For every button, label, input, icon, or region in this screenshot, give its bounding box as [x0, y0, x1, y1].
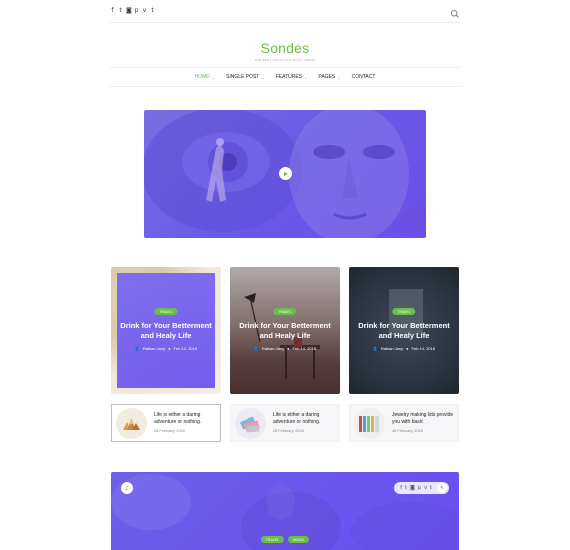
music-note-icon: ♪ [125, 484, 129, 492]
mini-post[interactable]: Life is either a daring adventure or not… [230, 404, 340, 442]
main-nav: HOME ⌄ SINGLE POST ⌄ FEATURES ⌄ PAGES ⌄ … [0, 74, 570, 81]
social-links: f t ◙ p v t [110, 7, 155, 14]
pinterest-icon[interactable]: p [134, 7, 139, 14]
calendar-icon: ● [168, 346, 171, 351]
chevron-down-icon: ⌄ [261, 75, 265, 80]
instagram-icon[interactable]: ◙ [126, 7, 132, 14]
mini-post-title[interactable]: Life is either a daring adventure or not… [154, 412, 218, 426]
calendar-icon: ● [406, 346, 409, 351]
card-title[interactable]: Drink for Your Betterment and Healy Life [236, 321, 334, 341]
post-card[interactable]: TRAVEL Drink for Your Betterment and Hea… [230, 267, 340, 394]
nav-item-single-post[interactable]: SINGLE POST ⌄ [226, 74, 265, 81]
user-icon: 👤 [372, 346, 378, 351]
nav-divider-top [110, 67, 460, 68]
post-card[interactable]: TRAVEL Drink for Your Betterment and Hea… [349, 267, 459, 394]
mini-post-title[interactable]: Jewelry making kits provide you with bas… [392, 412, 456, 426]
post-date: Feb 14, 2018 [292, 346, 317, 351]
nav-item-label: CONTACT [351, 74, 376, 80]
facebook-icon[interactable]: f [110, 7, 115, 14]
search-icon [450, 9, 459, 18]
top-bar: f t ◙ p v t [110, 6, 460, 18]
twitter-icon[interactable]: t [405, 485, 407, 491]
music-button[interactable]: ♪ [121, 482, 133, 494]
post-tags: TRAVEL MUSIC [111, 536, 459, 543]
category-badge[interactable]: TRAVEL [273, 308, 297, 315]
site-logo[interactable]: Sondes THE BEST TRAVELING BLOG THEME [0, 40, 570, 62]
card-meta: 👤 Rafsan Jany ● Feb 14, 2018 [230, 346, 340, 351]
chevron-down-icon: ⌄ [337, 75, 341, 80]
nav-item-features[interactable]: FEATURES ⌄ [276, 74, 308, 81]
twitter-icon[interactable]: t [118, 7, 123, 14]
vimeo-icon[interactable]: v [424, 485, 427, 491]
mini-post-date: 28 February, 2018 [392, 429, 423, 433]
mini-post-title[interactable]: Life is either a daring adventure or not… [273, 412, 337, 426]
site-name[interactable]: Sondes [0, 40, 570, 56]
swatches-image [239, 416, 260, 433]
author-name[interactable]: Rafsan Jany [143, 346, 165, 351]
calendar-icon: ● [287, 346, 290, 351]
author-name[interactable]: Rafsan Jany [262, 346, 284, 351]
share-bar: f t ◙ p v t < [394, 482, 449, 494]
mini-post[interactable]: Life is either a daring adventure or not… [111, 404, 221, 442]
nav-item-pages[interactable]: PAGES ⌄ [318, 74, 340, 81]
jewelry-image [359, 416, 379, 432]
category-badge[interactable]: TRAVEL [392, 308, 416, 315]
tag-travel[interactable]: TRAVEL [260, 536, 285, 543]
nav-divider-bottom [110, 86, 460, 87]
featured-post[interactable]: ♪ f t ◙ p v t < TRAVEL MUSIC [111, 472, 459, 550]
nav-item-label: PAGES [318, 74, 336, 80]
card-title[interactable]: Drink for Your Betterment and Healy Life [117, 321, 215, 341]
triangles-image [123, 418, 140, 430]
site-tagline: THE BEST TRAVELING BLOG THEME [254, 58, 316, 62]
search-button[interactable] [450, 6, 460, 18]
card-title[interactable]: Drink for Your Betterment and Healy Life [355, 321, 453, 341]
share-button[interactable]: < [437, 483, 447, 493]
post-thumbnail[interactable] [354, 408, 385, 439]
play-button[interactable] [279, 167, 292, 180]
mini-post-date: 28 February, 2018 [154, 429, 185, 433]
featured-video[interactable] [144, 110, 426, 238]
author-name[interactable]: Rafsan Jany [381, 346, 403, 351]
card-meta: 👤 Rafsan Jany ● Feb 14, 2018 [111, 346, 221, 351]
tumblr-icon[interactable]: t [150, 7, 155, 14]
user-icon: 👤 [253, 346, 259, 351]
nav-item-label: FEATURES [275, 74, 302, 80]
post-date: Feb 14, 2018 [173, 346, 198, 351]
user-icon: 👤 [134, 346, 140, 351]
mini-post-date: 28 February, 2018 [273, 429, 304, 433]
post-thumbnail[interactable] [235, 408, 266, 439]
post-card[interactable]: TRAVEL Drink for Your Betterment and Hea… [111, 267, 221, 394]
nav-item-label: HOME [194, 74, 210, 80]
tag-music[interactable]: MUSIC [288, 536, 310, 543]
chevron-down-icon: ⌄ [211, 75, 215, 80]
play-icon [284, 171, 288, 176]
nav-item-label: SINGLE POST [225, 74, 260, 80]
category-badge[interactable]: TRAVEL [154, 308, 178, 315]
tumblr-icon[interactable]: t [430, 485, 432, 491]
chevron-down-icon: ⌄ [304, 75, 308, 80]
pinterest-icon[interactable]: p [418, 485, 421, 491]
card-meta: 👤 Rafsan Jany ● Feb 14, 2018 [349, 346, 459, 351]
nav-item-home[interactable]: HOME ⌄ [195, 74, 215, 81]
nav-item-contact[interactable]: CONTACT [352, 74, 376, 81]
header-divider [110, 22, 460, 23]
mini-post[interactable]: Jewelry making kits provide you with bas… [349, 404, 459, 442]
facebook-icon[interactable]: f [400, 485, 402, 491]
share-icon: < [440, 485, 444, 491]
vimeo-icon[interactable]: v [142, 7, 147, 14]
instagram-icon[interactable]: ◙ [410, 485, 415, 491]
post-thumbnail[interactable] [116, 408, 147, 439]
post-date: Feb 14, 2018 [411, 346, 436, 351]
